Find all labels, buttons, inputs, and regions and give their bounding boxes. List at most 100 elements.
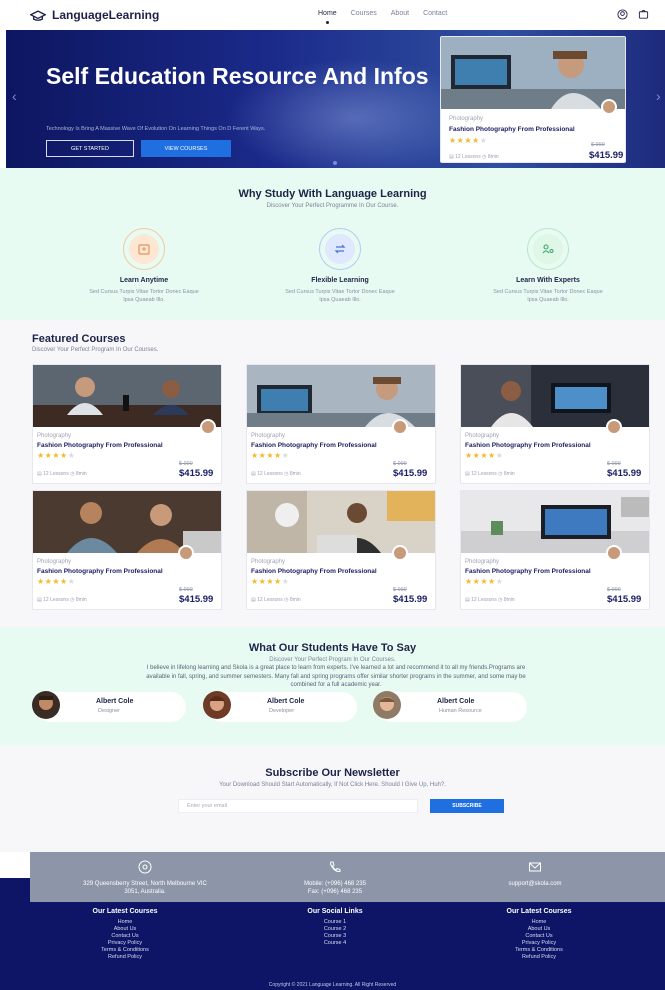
view-courses-button[interactable]: VIEW COURSES [141, 140, 231, 157]
footer-column-courses: Our Latest Courses Home About Us Contact… [70, 908, 180, 961]
course-meta: ▤ 12 Lessons ◷ 8min [465, 597, 515, 603]
course-old-price: $ 999 [607, 587, 621, 593]
menu-item-courses[interactable]: Courses [351, 10, 377, 17]
course-price: $415.99 [179, 468, 214, 479]
instructor-avatar [392, 545, 408, 561]
footer-column-latest: Our Latest Courses Home About Us Contact… [484, 908, 594, 961]
rating-stars: ★★★★★ [37, 577, 76, 586]
subscribe-button[interactable]: SUBSCRIBE [430, 799, 504, 813]
cart-icon[interactable] [638, 9, 649, 20]
feature-title: Learn Anytime [119, 277, 169, 284]
footer-link[interactable]: Contact Us [484, 933, 594, 940]
feature-desc: Sed Cursus Turpis Vitae Tortor Donec Eaq… [285, 289, 395, 303]
get-started-button[interactable]: GET STARTED [46, 140, 134, 157]
menu-item-contact[interactable]: Contact [423, 10, 447, 17]
course-card[interactable]: Photography Fashion Photography From Pro… [32, 364, 222, 484]
course-price: $415.99 [589, 150, 624, 161]
course-category: Photography [251, 559, 286, 565]
course-category: Photography [465, 559, 500, 565]
course-title[interactable]: Fashion Photography From Professional [251, 568, 377, 575]
course-title[interactable]: Fashion Photography From Professional [37, 568, 163, 575]
user-icon[interactable] [617, 9, 628, 20]
footer-link[interactable]: Course 4 [280, 940, 390, 947]
course-price: $415.99 [393, 594, 428, 605]
course-old-price: $ 999 [393, 461, 407, 467]
contact-phone: Mobile: (+096) 468 235 Fax: (+096) 468 23… [270, 860, 400, 896]
course-old-price: $ 999 [591, 142, 605, 148]
course-title[interactable]: Fashion Photography From Professional [37, 442, 163, 449]
footer-link[interactable]: Home [70, 919, 180, 926]
footer-link[interactable]: Contact Us [70, 933, 180, 940]
footer-link[interactable]: Privacy Policy [484, 940, 594, 947]
course-meta: ▤ 12 Lessons ◷ 8min [251, 471, 301, 477]
footer-link[interactable]: Course 3 [280, 933, 390, 940]
course-category: Photography [37, 559, 72, 565]
testimonials-title: What Our Students Have To Say [248, 642, 417, 654]
footer-link[interactable]: Terms & Conditions [70, 947, 180, 954]
footer-heading: Our Latest Courses [506, 908, 572, 915]
contact-bar: 329 Queensberry Street, North Melbourne … [30, 852, 665, 902]
course-card[interactable]: Photography Fashion Photography From Pro… [246, 490, 436, 610]
calendar-icon [138, 244, 150, 255]
email-input[interactable]: Enter your email [178, 799, 418, 813]
top-navbar: LanguageLearning Home Courses About Cont… [0, 0, 665, 30]
footer-link[interactable]: Course 1 [280, 919, 390, 926]
menu-item-home[interactable]: Home [318, 10, 337, 24]
course-lessons: 12 Lessons [455, 154, 481, 160]
instructor-avatar [606, 545, 622, 561]
course-image [247, 365, 435, 427]
course-image [461, 365, 649, 427]
footer-link[interactable]: Privacy Policy [70, 940, 180, 947]
testimonials-section: What Our Students Have To Say Discover Y… [0, 627, 665, 745]
testimonials-subtitle: Discover Your Perfect Program In Our Cou… [269, 657, 396, 663]
course-duration: 8min [487, 154, 499, 160]
chevron-right-icon[interactable]: › [656, 88, 661, 104]
course-card[interactable]: Photography Fashion Photography From Pro… [460, 364, 650, 484]
featured-courses-section: Featured Courses Discover Your Perfect P… [0, 320, 665, 627]
featured-subtitle: Discover Your Perfect Program In Our Cou… [32, 347, 159, 353]
course-title[interactable]: Fashion Photography From Professional [465, 442, 591, 449]
course-title[interactable]: Fashion Photography From Professional [251, 442, 377, 449]
footer-link[interactable]: About Us [484, 926, 594, 933]
feature-learn-anytime: Learn Anytime Sed Cursus Turpis Vitae To… [64, 228, 224, 304]
rating-stars: ★★★★★ [37, 451, 76, 460]
main-menu: Home Courses About Contact [318, 10, 447, 24]
course-old-price: $ 999 [607, 461, 621, 467]
chevron-left-icon[interactable]: ‹ [12, 88, 17, 104]
course-image [33, 491, 221, 553]
rating-stars: ★★★★★ [465, 451, 504, 460]
avatar [203, 691, 231, 719]
footer-link[interactable]: Course 2 [280, 926, 390, 933]
feature-title: Learn With Experts [516, 277, 580, 284]
footer-link[interactable]: About Us [70, 926, 180, 933]
course-old-price: $ 999 [393, 587, 407, 593]
course-card[interactable]: Photography Fashion Photography From Pro… [246, 364, 436, 484]
footer-link[interactable]: Home [484, 919, 594, 926]
slider-dot[interactable] [333, 161, 337, 165]
avatar [373, 691, 401, 719]
course-title[interactable]: Fashion Photography From Professional [465, 568, 591, 575]
course-price: $415.99 [393, 468, 428, 479]
brand-logo[interactable]: LanguageLearning [30, 8, 159, 22]
hero-course-card[interactable]: Photography Fashion Photography From Pro… [440, 36, 626, 163]
footer-link[interactable]: Refund Policy [70, 954, 180, 961]
course-title[interactable]: Fashion Photography From Professional [449, 126, 575, 133]
feature-desc: Sed Cursus Turpis Vitae Tortor Donec Eaq… [493, 289, 603, 303]
footer-link[interactable]: Terms & Conditions [484, 947, 594, 954]
course-meta: ▤ 12 Lessons ◷ 8min [37, 471, 87, 477]
course-image [33, 365, 221, 427]
menu-item-about[interactable]: About [391, 10, 409, 17]
course-meta: ▤ 12 Lessons ◷ 8min [465, 471, 515, 477]
contact-email[interactable]: support@skola.com [470, 860, 600, 888]
course-card[interactable]: Photography Fashion Photography From Pro… [460, 490, 650, 610]
course-meta: ▤ 12 Lessons ◷ 8min [251, 597, 301, 603]
course-meta: ▤ 12 Lessons ◷ 8min [37, 597, 87, 603]
testimonial-card[interactable]: Albert Cole Designer [32, 691, 186, 722]
course-card[interactable]: Photography Fashion Photography From Pro… [32, 490, 222, 610]
footer-link[interactable]: Refund Policy [484, 954, 594, 961]
person-name: Albert Cole [437, 698, 475, 705]
testimonial-card[interactable]: Albert Cole Human Resource [373, 691, 527, 722]
testimonial-card[interactable]: Albert Cole Developer [203, 691, 357, 722]
rating-stars: ★★★★★ [251, 451, 290, 460]
footer-column-social: Our Social Links Course 1 Course 2 Cours… [280, 908, 390, 947]
